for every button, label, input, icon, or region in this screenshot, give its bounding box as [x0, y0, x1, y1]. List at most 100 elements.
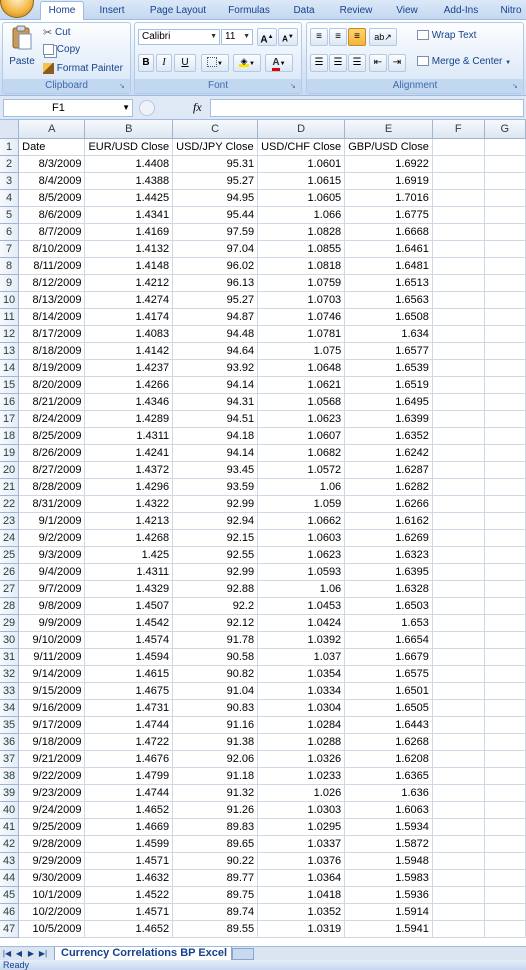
cell[interactable]: 9/23/2009: [18, 784, 86, 802]
cell[interactable]: 1.4329: [84, 580, 174, 598]
cell[interactable]: [484, 291, 526, 309]
cell[interactable]: 1.0304: [257, 699, 346, 717]
cell[interactable]: 1.6575: [344, 665, 433, 683]
cell[interactable]: 1.0295: [257, 818, 346, 836]
column-header[interactable]: B: [84, 120, 174, 139]
cell[interactable]: 1.059: [257, 495, 346, 513]
cell[interactable]: 1.5934: [344, 818, 433, 836]
cell[interactable]: 8/5/2009: [18, 189, 86, 207]
cell[interactable]: [484, 308, 526, 326]
cell[interactable]: [432, 733, 485, 751]
cell[interactable]: [432, 257, 485, 275]
formula-input[interactable]: [210, 99, 524, 117]
cell[interactable]: [432, 580, 485, 598]
tab-nitro[interactable]: Nitro: [496, 3, 526, 20]
cell[interactable]: 1.5941: [344, 920, 433, 938]
cell[interactable]: 89.55: [172, 920, 259, 938]
cell[interactable]: 1.4311: [84, 427, 174, 445]
cell[interactable]: 91.16: [172, 716, 259, 734]
cell[interactable]: 1.0703: [257, 291, 346, 309]
cell[interactable]: 1.6287: [344, 461, 433, 479]
cell[interactable]: 1.4346: [84, 393, 174, 411]
cell[interactable]: 8/7/2009: [18, 223, 86, 241]
cell[interactable]: 1.0284: [257, 716, 346, 734]
cell[interactable]: 90.82: [172, 665, 259, 683]
cell[interactable]: 8/11/2009: [18, 257, 86, 275]
cell[interactable]: 1.0603: [257, 529, 346, 547]
cell[interactable]: 1.6269: [344, 529, 433, 547]
row-header[interactable]: 46: [0, 903, 20, 921]
cell[interactable]: [432, 682, 485, 700]
cell[interactable]: 8/21/2009: [18, 393, 86, 411]
row-header[interactable]: 21: [0, 478, 20, 496]
cell[interactable]: 1.6513: [344, 274, 433, 292]
cell[interactable]: [484, 376, 526, 394]
cell[interactable]: 1.4722: [84, 733, 174, 751]
cell[interactable]: [484, 410, 526, 428]
cell[interactable]: [484, 495, 526, 513]
cell[interactable]: [484, 818, 526, 836]
column-header[interactable]: G: [484, 120, 526, 139]
cell[interactable]: [484, 189, 526, 207]
cell[interactable]: 97.04: [172, 240, 259, 258]
cell[interactable]: 94.95: [172, 189, 259, 207]
format-painter-button[interactable]: Format Painter: [43, 63, 123, 74]
align-right-button[interactable]: ☰: [348, 54, 366, 72]
cell[interactable]: 9/30/2009: [18, 869, 86, 887]
row-header[interactable]: 44: [0, 869, 20, 887]
cell[interactable]: 94.64: [172, 342, 259, 360]
cell[interactable]: 1.037: [257, 648, 346, 666]
cell[interactable]: 1.0424: [257, 614, 346, 632]
cell[interactable]: 10/5/2009: [18, 920, 86, 938]
row-header[interactable]: 12: [0, 325, 20, 343]
cell[interactable]: 1.4675: [84, 682, 174, 700]
cell[interactable]: 1.06: [257, 478, 346, 496]
cell[interactable]: 1.4372: [84, 461, 174, 479]
cell[interactable]: 8/18/2009: [18, 342, 86, 360]
row-header[interactable]: 15: [0, 376, 20, 394]
row-header[interactable]: 8: [0, 257, 20, 275]
cell[interactable]: 89.83: [172, 818, 259, 836]
cell[interactable]: 1.0303: [257, 801, 346, 819]
cell[interactable]: 9/17/2009: [18, 716, 86, 734]
cell[interactable]: 9/29/2009: [18, 852, 86, 870]
row-header[interactable]: 3: [0, 172, 20, 190]
cell[interactable]: 1.4669: [84, 818, 174, 836]
row-header[interactable]: 42: [0, 835, 20, 853]
cell[interactable]: 96.02: [172, 257, 259, 275]
cell[interactable]: [432, 818, 485, 836]
cell[interactable]: 1.425: [84, 546, 174, 564]
cell[interactable]: [484, 580, 526, 598]
row-header[interactable]: 35: [0, 716, 20, 734]
cell[interactable]: 90.83: [172, 699, 259, 717]
cell[interactable]: 1.0855: [257, 240, 346, 258]
cell[interactable]: 9/3/2009: [18, 546, 86, 564]
cell[interactable]: [484, 427, 526, 445]
cell[interactable]: 1.0319: [257, 920, 346, 938]
cell[interactable]: 1.0621: [257, 376, 346, 394]
tab-formulas[interactable]: Formulas: [222, 3, 276, 20]
cell[interactable]: 1.4574: [84, 631, 174, 649]
column-header[interactable]: C: [172, 120, 259, 139]
column-header[interactable]: D: [257, 120, 346, 139]
cell[interactable]: 1.4507: [84, 597, 174, 615]
cell[interactable]: 1.4594: [84, 648, 174, 666]
cell[interactable]: 91.38: [172, 733, 259, 751]
row-header[interactable]: 13: [0, 342, 20, 360]
cell[interactable]: 1.0288: [257, 733, 346, 751]
cell[interactable]: [484, 750, 526, 768]
cell[interactable]: 1.6365: [344, 767, 433, 785]
cell[interactable]: 9/11/2009: [18, 648, 86, 666]
cell[interactable]: [484, 172, 526, 190]
row-header[interactable]: 18: [0, 427, 20, 445]
font-size-combo[interactable]: 11 ▼: [221, 29, 253, 45]
tab-page-layout[interactable]: Page Layout: [142, 3, 214, 20]
row-header[interactable]: 16: [0, 393, 20, 411]
cell[interactable]: 8/13/2009: [18, 291, 86, 309]
cell[interactable]: [432, 767, 485, 785]
cell[interactable]: 1.0418: [257, 886, 346, 904]
row-header[interactable]: 36: [0, 733, 20, 751]
insert-function-button[interactable]: fx: [193, 100, 202, 115]
row-header[interactable]: 11: [0, 308, 20, 326]
cell[interactable]: 9/22/2009: [18, 767, 86, 785]
